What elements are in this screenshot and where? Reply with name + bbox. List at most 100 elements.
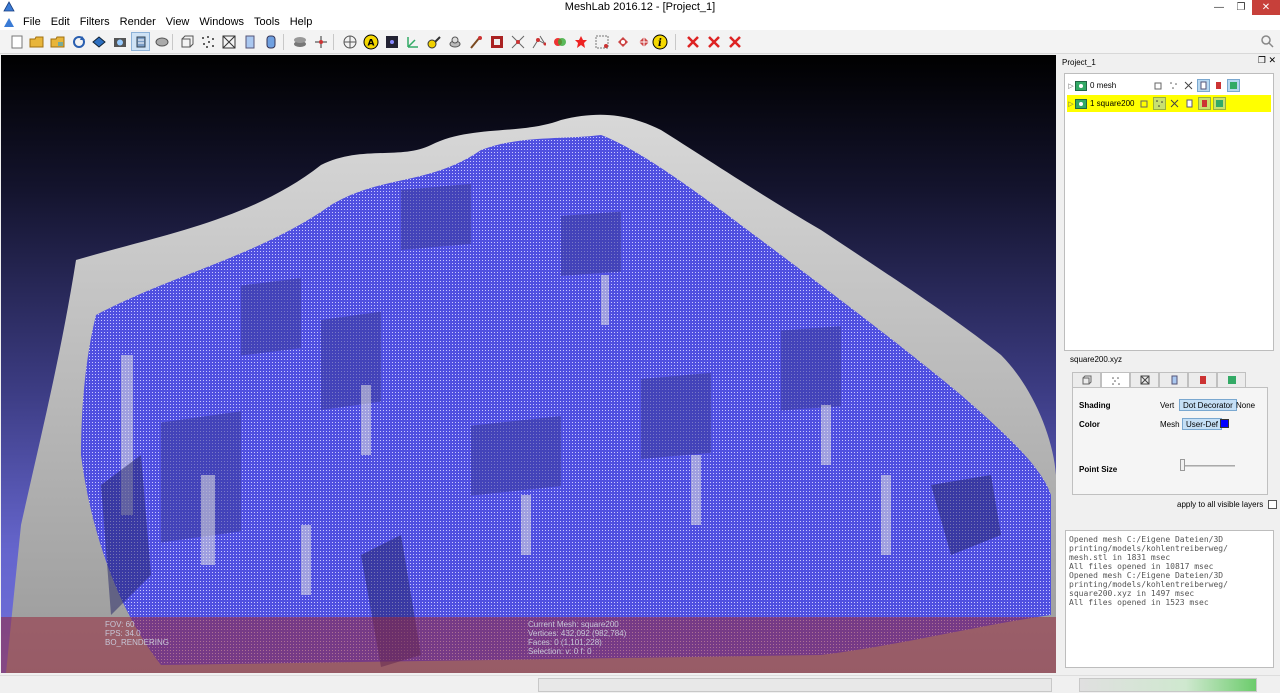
layer-dialog: Project_1 ❐ ✕ ▷ 0 mesh ▷ 1 square200 squ… [1060, 55, 1280, 675]
texture-icon[interactable] [466, 32, 485, 51]
window-title: MeshLab 2016.12 - [Project_1] [564, 1, 716, 13]
annotation-icon[interactable] [340, 32, 359, 51]
dot-decorator-button[interactable]: Dot Decorator [1179, 399, 1237, 411]
terrain-render [6, 114, 1056, 673]
points-icon[interactable] [198, 32, 217, 51]
manipulator-icon[interactable] [613, 32, 632, 51]
pick-points-icon[interactable] [403, 32, 422, 51]
shading-none-option[interactable]: None [1236, 401, 1255, 410]
select-faces-icon[interactable] [487, 32, 506, 51]
render-info-overlay: FOV: 60 FPS: 34.0 BO_RENDERING Current M… [1, 617, 1056, 673]
status-bar [0, 675, 1280, 693]
apply-all-checkbox[interactable] [1268, 500, 1278, 509]
delete-vertices-icon[interactable] [704, 32, 723, 51]
expand-arrow-icon[interactable]: ▷ [1067, 82, 1075, 90]
minimize-button[interactable]: — [1208, 0, 1230, 15]
restore-icon: ❐ [1236, 2, 1246, 13]
tab-smooth[interactable] [1188, 372, 1217, 387]
float-icon[interactable]: ❐ [1258, 55, 1266, 65]
layer-smooth-icon[interactable] [1212, 79, 1225, 92]
delete-faces-icon[interactable] [683, 32, 702, 51]
bbox-icon[interactable] [177, 32, 196, 51]
menu-tools[interactable]: Tools [249, 15, 285, 30]
select-raster-icon[interactable] [592, 32, 611, 51]
layer-flat-icon[interactable] [1183, 97, 1196, 110]
tab-flat[interactable] [1159, 372, 1188, 387]
layer-dialog-header: Project_1 ❐ ✕ [1060, 55, 1280, 69]
visibility-icon[interactable] [1075, 80, 1087, 91]
align-icon[interactable] [550, 32, 569, 51]
tab-bbox[interactable] [1072, 372, 1101, 387]
layer-wire-icon[interactable] [1168, 97, 1181, 110]
snapshot-icon[interactable] [110, 32, 129, 51]
float-close-buttons[interactable]: ❐ ✕ [1258, 55, 1276, 66]
color-picker-icon[interactable] [571, 32, 590, 51]
current-mesh-label: Current Mesh: square200 [528, 620, 619, 629]
layer-row-mesh[interactable]: ▷ 0 mesh [1067, 77, 1271, 94]
select-connected-icon[interactable] [529, 32, 548, 51]
point-size-slider[interactable] [1181, 465, 1235, 467]
open-mesh-icon[interactable] [48, 32, 67, 51]
menu-file[interactable]: File [18, 15, 46, 30]
visibility-icon[interactable] [1075, 98, 1087, 109]
decorator-title: square200.xyz [1070, 355, 1123, 364]
layer-row-square200[interactable]: ▷ 1 square200 [1067, 95, 1271, 112]
open-project-icon[interactable] [27, 32, 46, 51]
color-swatch[interactable] [1220, 419, 1229, 428]
close-icon: ✕ [1261, 2, 1271, 13]
close-icon[interactable]: ✕ [1268, 55, 1276, 65]
close-button[interactable]: ✕ [1252, 0, 1280, 15]
light-icon[interactable] [290, 32, 309, 51]
brush-icon[interactable] [445, 32, 464, 51]
menu-render[interactable]: Render [115, 15, 161, 30]
menu-view[interactable]: View [161, 15, 195, 30]
svg-text:i: i [658, 38, 662, 49]
3d-viewport[interactable]: FOV: 60 FPS: 34.0 BO_RENDERING Current M… [1, 55, 1056, 673]
wireframe-icon[interactable] [219, 32, 238, 51]
menu-help[interactable]: Help [285, 15, 318, 30]
layer-points-icon[interactable] [1153, 97, 1166, 110]
new-project-icon[interactable] [7, 32, 26, 51]
layer-flat-icon[interactable] [1197, 79, 1210, 92]
menu-windows[interactable]: Windows [194, 15, 249, 30]
menu-edit[interactable]: Edit [46, 15, 75, 30]
main-toolbar: A i [0, 30, 1280, 54]
layer-points-icon[interactable] [1167, 79, 1180, 92]
tab-wire[interactable] [1130, 372, 1159, 387]
select-vertices-icon[interactable] [508, 32, 527, 51]
point-size-label: Point Size [1079, 465, 1118, 474]
layer-wire-icon[interactable] [1182, 79, 1195, 92]
user-def-color-button[interactable]: User-Def [1182, 418, 1223, 430]
expand-arrow-icon[interactable]: ▷ [1067, 100, 1075, 108]
svg-text:A: A [367, 38, 374, 48]
shader-icon[interactable]: A [361, 32, 380, 51]
reload-icon[interactable] [69, 32, 88, 51]
info-icon[interactable]: i [650, 32, 669, 51]
system-menu-icon[interactable] [3, 17, 15, 29]
tab-texture[interactable] [1217, 372, 1246, 387]
point-size-slider-handle[interactable] [1180, 459, 1185, 471]
apply-all-row: apply to all visible layers [1177, 500, 1278, 509]
layers-icon[interactable] [131, 32, 150, 51]
layer-texture-icon[interactable] [1227, 79, 1240, 92]
layer-smooth-icon[interactable] [1198, 97, 1211, 110]
paint-icon[interactable] [424, 32, 443, 51]
flat-icon[interactable] [240, 32, 259, 51]
layer-bbox-icon[interactable] [1152, 79, 1165, 92]
search-icon[interactable] [1260, 34, 1274, 48]
shading-vert-option[interactable]: Vert [1160, 401, 1174, 410]
tab-points[interactable] [1101, 372, 1130, 388]
layer-name: 1 square200 [1090, 99, 1135, 108]
save-icon[interactable] [89, 32, 108, 51]
delete-selection-icon[interactable] [725, 32, 744, 51]
show-raster-icon[interactable] [152, 32, 171, 51]
smooth-icon[interactable] [261, 32, 280, 51]
layer-bbox-icon[interactable] [1138, 97, 1151, 110]
restore-button[interactable]: ❐ [1230, 0, 1252, 15]
menu-filters[interactable]: Filters [75, 15, 115, 30]
measure-icon[interactable] [382, 32, 401, 51]
layer-name: 0 mesh [1090, 81, 1117, 90]
trackball-icon[interactable] [311, 32, 330, 51]
color-mesh-option[interactable]: Mesh [1160, 420, 1180, 429]
layer-texture-icon[interactable] [1213, 97, 1226, 110]
